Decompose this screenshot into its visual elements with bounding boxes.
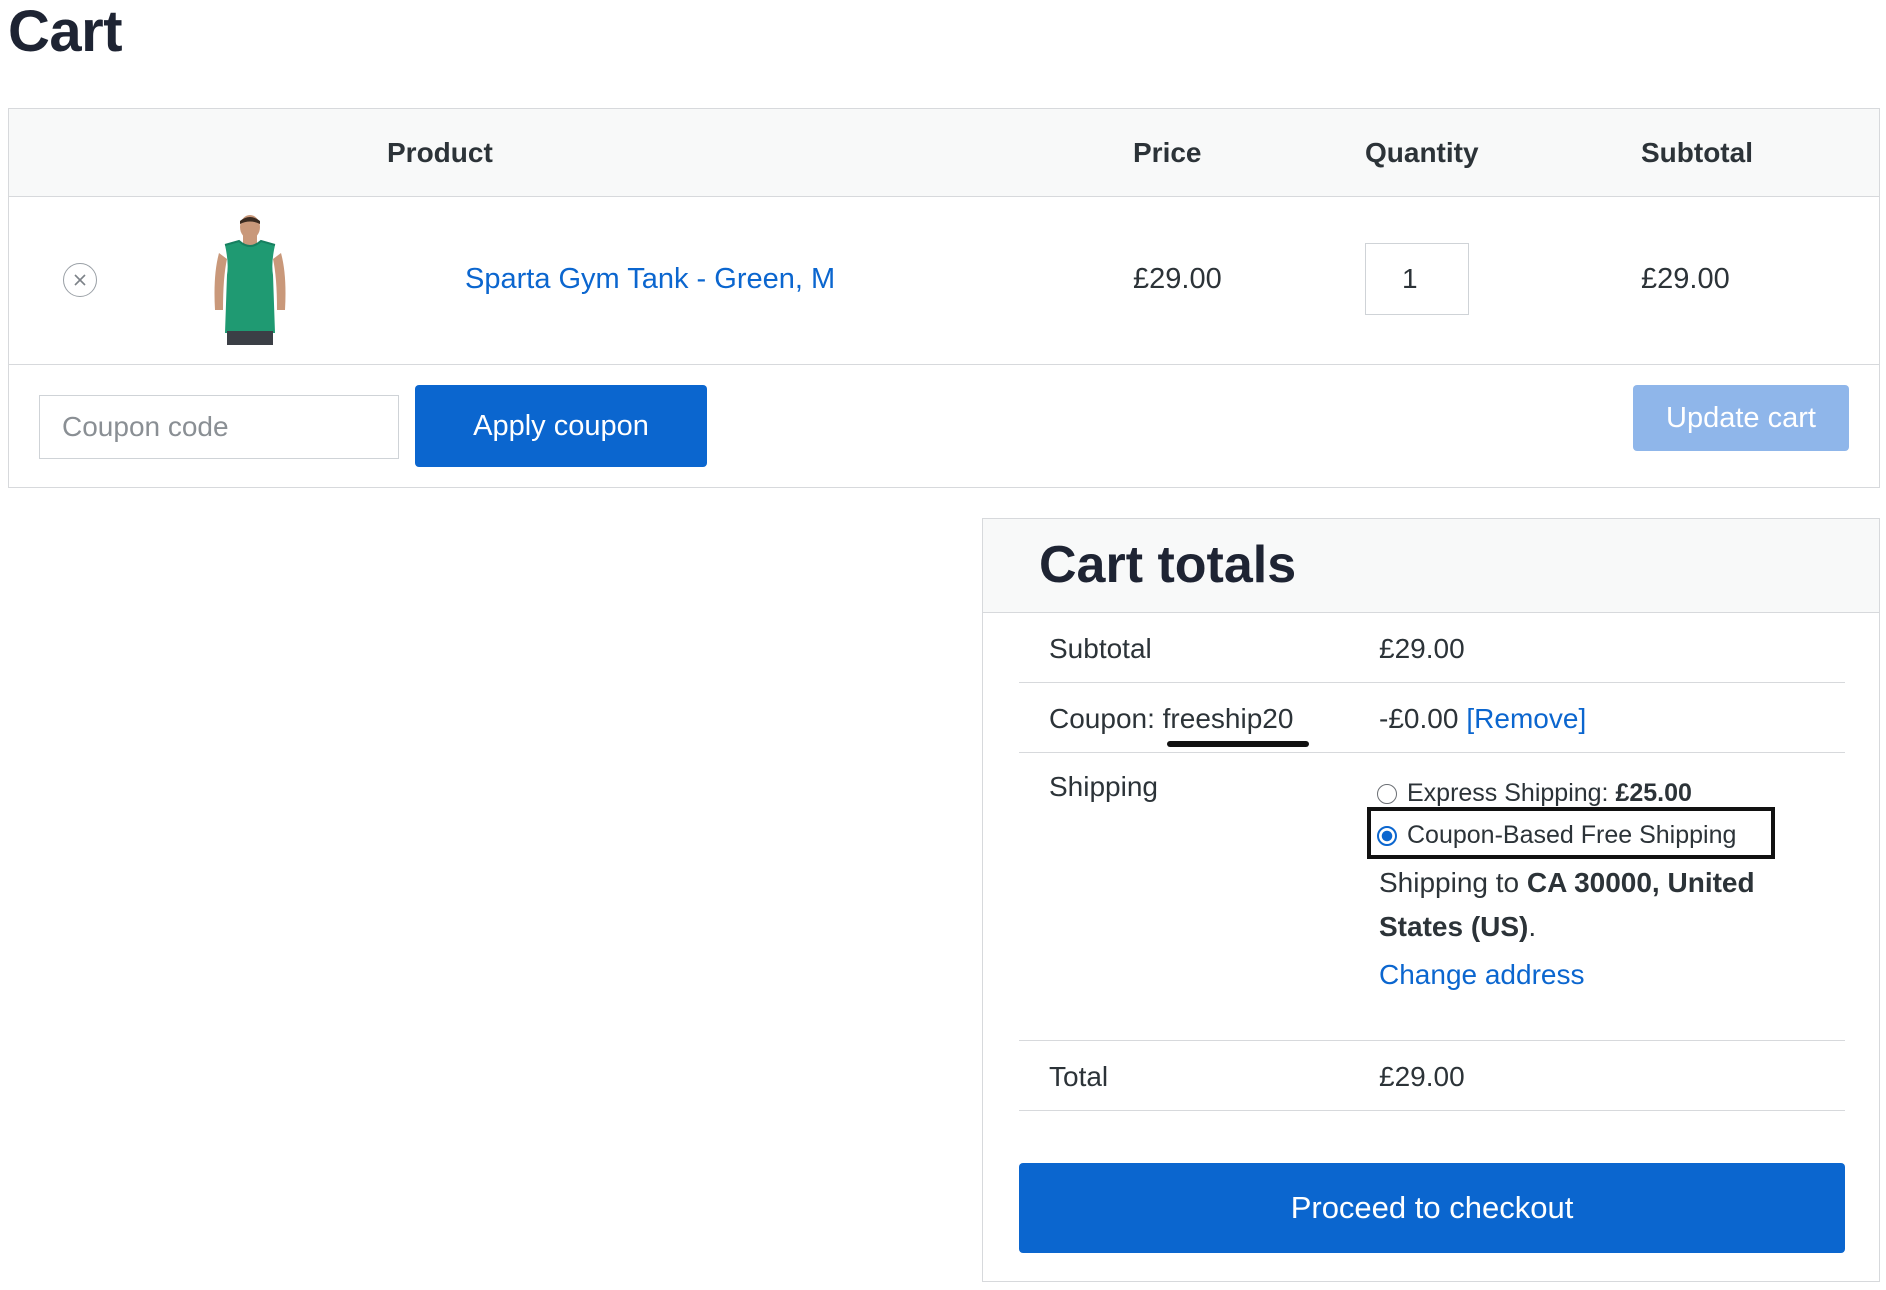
annotation-highlight-box	[1367, 807, 1775, 859]
coupon-code-text: freeship20	[1162, 703, 1294, 734]
total-value: £29.00	[1379, 1061, 1465, 1092]
green-tank-top-thumbnail[interactable]	[205, 215, 295, 345]
totals-total-row: Total £29.00	[1019, 1041, 1845, 1111]
item-subtotal: £29.00	[1641, 263, 1730, 295]
coupon-prefix: Coupon:	[1049, 703, 1155, 734]
totals-coupon-row: Coupon: freeship20 -£0.00 [Remove]	[1019, 683, 1845, 753]
totals-subtotal-row: Subtotal £29.00	[1019, 613, 1845, 683]
product-name-link[interactable]: Sparta Gym Tank - Green, M	[465, 263, 835, 296]
applied-coupon-code: freeship20	[1162, 703, 1309, 747]
express-shipping-price: £25.00	[1615, 779, 1692, 807]
cart-item-row: Sparta Gym Tank - Green, M £29.00 £29.00	[9, 197, 1879, 365]
radio-button[interactable]	[1377, 783, 1397, 804]
update-cart-button[interactable]: Update cart	[1633, 385, 1849, 451]
coupon-discount: -£0.00	[1379, 703, 1459, 734]
totals-shipping-row: Shipping Express Shipping: £25.00 Coupon…	[1019, 753, 1845, 1041]
subtotal-label: Subtotal	[1049, 633, 1152, 664]
cart-totals-title: Cart totals	[1039, 536, 1297, 594]
column-header-price: Price	[1133, 137, 1202, 168]
coupon-value: -£0.00 [Remove]	[1379, 703, 1586, 735]
shipping-label: Shipping	[1049, 771, 1158, 802]
subtotal-value: £29.00	[1379, 633, 1465, 664]
remove-item-button[interactable]	[63, 263, 97, 297]
close-circle-icon	[74, 274, 86, 286]
express-shipping-name: Express Shipping:	[1407, 779, 1609, 807]
remove-coupon-link[interactable]: [Remove]	[1466, 703, 1586, 734]
change-address-link[interactable]: Change address	[1379, 959, 1584, 991]
total-label: Total	[1049, 1061, 1109, 1092]
annotation-underline	[1166, 741, 1309, 747]
proceed-to-checkout-button[interactable]: Proceed to checkout	[1019, 1163, 1845, 1253]
column-header-quantity: Quantity	[1365, 137, 1479, 168]
column-header-product: Product	[387, 137, 493, 168]
shipping-option-express[interactable]: Express Shipping: £25.00	[1377, 779, 1692, 808]
cart-table: Product Price Quantity Subtotal Sparta G…	[8, 108, 1880, 488]
cart-totals-header: Cart totals	[983, 519, 1879, 613]
column-header-subtotal: Subtotal	[1641, 137, 1753, 168]
quantity-input[interactable]	[1365, 243, 1469, 315]
coupon-label: Coupon: freeship20	[1049, 703, 1309, 747]
coupon-code-input[interactable]	[39, 395, 399, 459]
shipping-to-prefix: Shipping to	[1379, 867, 1520, 898]
cart-table-header: Product Price Quantity Subtotal	[9, 109, 1879, 197]
shipping-destination-text: Shipping to CA 30000, United States (US)…	[1379, 861, 1799, 949]
page-title: Cart	[8, 0, 123, 64]
apply-coupon-button[interactable]: Apply coupon	[415, 385, 707, 467]
shipping-to-suffix: .	[1528, 911, 1537, 942]
item-price: £29.00	[1133, 263, 1222, 295]
cart-totals-panel: Cart totals Subtotal £29.00 Coupon: free…	[982, 518, 1880, 1282]
